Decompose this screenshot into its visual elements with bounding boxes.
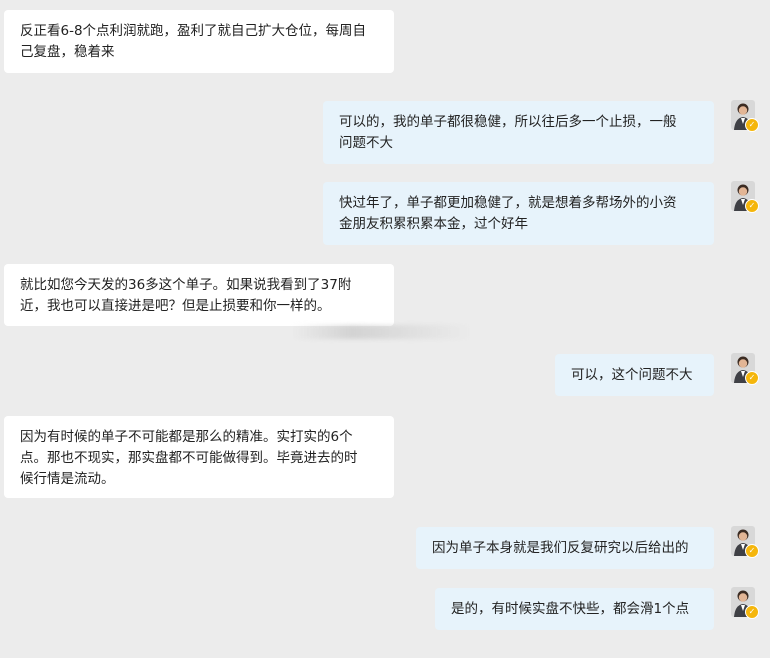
verified-badge-icon: ✓ [745, 199, 759, 213]
message-bubble: 因为有时候的单子不可能都是那么的精准。实打实的6个 点。那也不现实，那实盘都不可… [4, 416, 394, 498]
message-bubble: 可以，这个问题不大 [555, 354, 714, 396]
verified-badge-icon: ✓ [745, 605, 759, 619]
message-bubble: 是的，有时候实盘不快些，都会滑1个点 [435, 588, 714, 630]
message-bubble: 反正看6-8个点利润就跑，盈利了就自己扩大仓位，每周自 己复盘，稳着来 [4, 10, 394, 73]
avatar[interactable]: ✓ [731, 526, 759, 558]
message-bubble: 就比如您今天发的36多这个单子。如果说我看到了37附 近，我也可以直接进是吧？但… [4, 264, 394, 326]
message-bubble: 因为单子本身就是我们反复研究以后给出的 [416, 527, 714, 569]
message-bubble: 可以的，我的单子都很稳健，所以往后多一个止损，一般 问题不大 [323, 101, 714, 164]
avatar[interactable]: ✓ [731, 100, 759, 132]
verified-badge-icon: ✓ [745, 118, 759, 132]
message-bubble: 快过年了，单子都更加稳健了，就是想着多帮场外的小资 金朋友积累积累本金，过个好年 [323, 182, 714, 245]
avatar[interactable]: ✓ [731, 353, 759, 385]
verified-badge-icon: ✓ [745, 544, 759, 558]
blurred-overlay [292, 325, 472, 339]
avatar[interactable]: ✓ [731, 587, 759, 619]
avatar[interactable]: ✓ [731, 181, 759, 213]
verified-badge-icon: ✓ [745, 371, 759, 385]
